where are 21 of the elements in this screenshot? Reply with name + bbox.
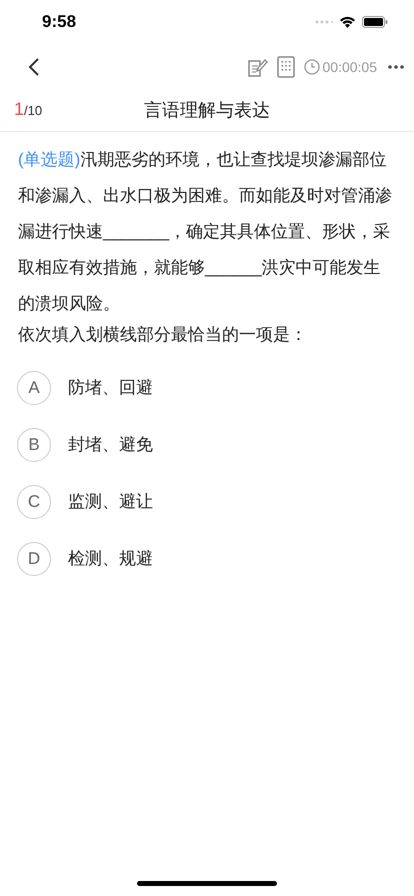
option-text[interactable]: 检测、规避 bbox=[68, 547, 153, 570]
option-letter[interactable]: B bbox=[17, 428, 51, 462]
section-title: 言语理解与表达 bbox=[144, 99, 270, 122]
question-text: (单选题)汛期恶劣的环境，也让查找堤坝渗漏部位和渗漏入、出水口极为困难。而如能及时对管涌渗漏进行快速_______，确定其具体位置、形状，采取相应有效措施，就能够______洪灾中可能发生的溃坝风险。 bbox=[18, 149, 393, 315]
question-number: 1 bbox=[14, 99, 24, 120]
option-letter[interactable]: A bbox=[17, 370, 51, 404]
timer: 00:00:05 bbox=[322, 59, 377, 75]
signal-icon bbox=[315, 20, 333, 24]
wifi-icon bbox=[339, 16, 356, 28]
clock-icon bbox=[304, 59, 320, 75]
option-text[interactable]: 封堵、避免 bbox=[68, 433, 153, 456]
option-text[interactable]: 防堵、回避 bbox=[68, 376, 153, 399]
question-total: /10 bbox=[24, 103, 42, 118]
option-letter[interactable]: C bbox=[17, 484, 51, 518]
option-letter[interactable]: D bbox=[17, 542, 51, 576]
option-text[interactable]: 监测、避让 bbox=[68, 490, 153, 513]
status-time: 9:58 bbox=[42, 12, 76, 32]
question-prompt: 依次填入划横线部分最恰当的一项是： bbox=[18, 324, 308, 346]
more-icon[interactable] bbox=[386, 64, 406, 70]
battery-icon bbox=[362, 16, 388, 28]
answer-sheet-icon[interactable] bbox=[276, 56, 294, 78]
